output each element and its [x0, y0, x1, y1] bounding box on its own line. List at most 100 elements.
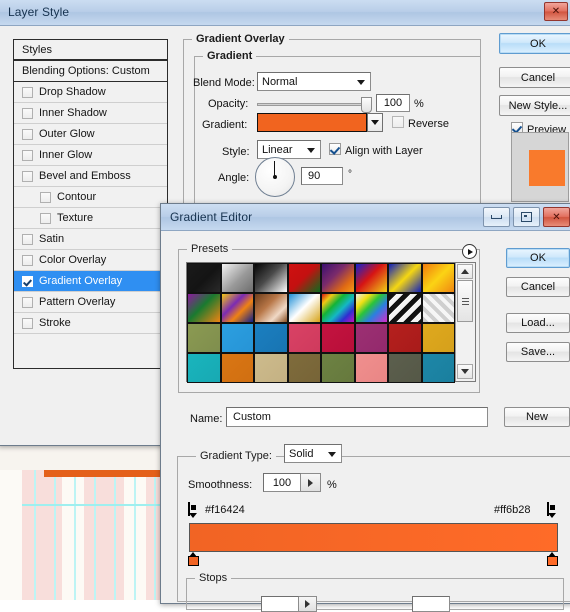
preset-swatch[interactable]	[354, 323, 388, 353]
maximize-icon[interactable]	[513, 207, 540, 227]
preset-swatch[interactable]	[321, 323, 355, 353]
preset-swatch[interactable]	[388, 263, 422, 293]
effect-checkbox[interactable]	[40, 212, 51, 224]
effect-checkbox[interactable]	[40, 191, 51, 203]
presets-flyout-icon[interactable]	[462, 244, 477, 259]
preset-swatch[interactable]	[354, 263, 388, 293]
preset-swatch[interactable]	[321, 293, 355, 323]
preset-swatch[interactable]	[187, 353, 221, 383]
smoothness-input[interactable]: 100	[263, 473, 301, 492]
stop-stepper-a[interactable]	[299, 596, 317, 612]
preset-swatch[interactable]	[287, 263, 321, 293]
gradient-name-input[interactable]: Custom	[226, 407, 488, 427]
gradient-preview-bar[interactable]	[189, 523, 558, 552]
minimize-icon[interactable]	[483, 207, 510, 227]
stop-field-a[interactable]	[261, 596, 299, 612]
preset-swatch[interactable]	[220, 263, 254, 293]
load-gradients-button[interactable]: Load...	[506, 313, 570, 333]
preset-swatch[interactable]	[187, 293, 221, 323]
preset-swatch[interactable]	[421, 293, 455, 323]
align-with-layer-checkbox[interactable]	[329, 143, 341, 155]
save-gradients-button[interactable]: Save...	[506, 342, 570, 362]
reverse-checkbox[interactable]	[392, 116, 404, 128]
layer-style-cancel-button[interactable]: Cancel	[499, 67, 570, 88]
layer-style-ok-button[interactable]: OK	[499, 33, 570, 54]
presets-grid[interactable]	[187, 263, 455, 383]
preset-swatch[interactable]	[287, 353, 321, 383]
effect-row[interactable]: Satin	[14, 229, 167, 250]
close-icon[interactable]: ✕	[544, 2, 568, 21]
preset-swatch[interactable]	[187, 323, 221, 353]
blend-mode-select[interactable]: Normal	[257, 72, 371, 91]
preset-swatch[interactable]	[254, 263, 288, 293]
effects-list[interactable]: Styles Blending Options: Custom Drop Sha…	[13, 39, 168, 369]
preset-swatch[interactable]	[287, 323, 321, 353]
gradient-editor-ok-button[interactable]: OK	[506, 248, 570, 268]
effect-checkbox[interactable]	[22, 233, 33, 245]
effect-checkbox[interactable]	[22, 254, 33, 266]
layer-style-titlebar[interactable]: Layer Style ✕	[0, 0, 570, 26]
preset-swatch[interactable]	[321, 263, 355, 293]
effect-row[interactable]: Inner Shadow	[14, 103, 167, 124]
preset-swatch[interactable]	[421, 353, 455, 383]
preset-swatch[interactable]	[388, 323, 422, 353]
color-stop-right[interactable]	[547, 502, 558, 518]
scroll-down-arrow-icon[interactable]	[457, 364, 473, 379]
scroll-thumb-grip[interactable]	[457, 280, 473, 322]
angle-input[interactable]: 90	[301, 167, 343, 185]
opacity-stop-right[interactable]	[547, 552, 558, 566]
gradient-editor-cancel-button[interactable]: Cancel	[506, 277, 570, 297]
preset-swatch[interactable]	[388, 353, 422, 383]
effect-checkbox[interactable]	[22, 296, 33, 308]
preset-swatch[interactable]	[254, 323, 288, 353]
preset-swatch[interactable]	[220, 353, 254, 383]
effect-checkbox[interactable]	[22, 86, 33, 98]
effect-checkbox[interactable]	[22, 275, 33, 287]
opacity-slider-knob[interactable]	[361, 97, 372, 113]
preset-swatch[interactable]	[254, 293, 288, 323]
effect-checkbox[interactable]	[22, 128, 33, 140]
effect-row[interactable]: Color Overlay	[14, 250, 167, 271]
effect-checkbox[interactable]	[22, 107, 33, 119]
effect-row[interactable]: Outer Glow	[14, 124, 167, 145]
gradient-editor-titlebar[interactable]: Gradient Editor ✕	[161, 204, 570, 231]
presets-swatch-panel[interactable]	[186, 262, 476, 383]
effect-row[interactable]: Drop Shadow	[14, 82, 167, 103]
gradient-type-select[interactable]: Solid	[284, 444, 342, 463]
effect-checkbox[interactable]	[22, 170, 33, 182]
smoothness-stepper[interactable]	[301, 473, 321, 492]
effect-row[interactable]: Contour	[14, 187, 167, 208]
effect-row[interactable]: Gradient Overlay	[14, 271, 167, 292]
styles-header[interactable]: Styles	[14, 40, 167, 61]
presets-scrollbar[interactable]	[455, 263, 475, 381]
effect-row[interactable]: Texture	[14, 208, 167, 229]
preset-swatch[interactable]	[421, 263, 455, 293]
gradient-preview-swatch[interactable]	[257, 113, 367, 132]
blending-options-row[interactable]: Blending Options: Custom	[14, 61, 167, 82]
opacity-stop-left[interactable]	[188, 552, 199, 566]
angle-dial[interactable]	[255, 157, 295, 197]
preset-swatch[interactable]	[187, 263, 221, 293]
new-style-button[interactable]: New Style...	[499, 95, 570, 116]
effect-checkbox[interactable]	[22, 149, 33, 161]
preset-swatch[interactable]	[254, 353, 288, 383]
stop-field-b[interactable]	[412, 596, 450, 612]
effect-row[interactable]: Stroke	[14, 313, 167, 334]
close-icon[interactable]: ✕	[543, 207, 570, 227]
opacity-input[interactable]: 100	[376, 94, 410, 112]
gradient-picker-dropdown[interactable]	[367, 113, 383, 132]
style-select[interactable]: Linear	[257, 140, 321, 159]
opacity-slider-track[interactable]	[257, 103, 371, 106]
effect-row[interactable]: Bevel and Emboss	[14, 166, 167, 187]
effect-row[interactable]: Pattern Overlay	[14, 292, 167, 313]
preset-swatch[interactable]	[287, 293, 321, 323]
color-stop-left[interactable]	[188, 502, 199, 518]
effect-checkbox[interactable]	[22, 317, 33, 329]
preset-swatch[interactable]	[421, 323, 455, 353]
preset-swatch[interactable]	[220, 323, 254, 353]
preset-swatch[interactable]	[220, 293, 254, 323]
scroll-up-arrow-icon[interactable]	[457, 264, 473, 279]
preset-swatch[interactable]	[354, 353, 388, 383]
preset-swatch[interactable]	[388, 293, 422, 323]
preset-swatch[interactable]	[354, 293, 388, 323]
